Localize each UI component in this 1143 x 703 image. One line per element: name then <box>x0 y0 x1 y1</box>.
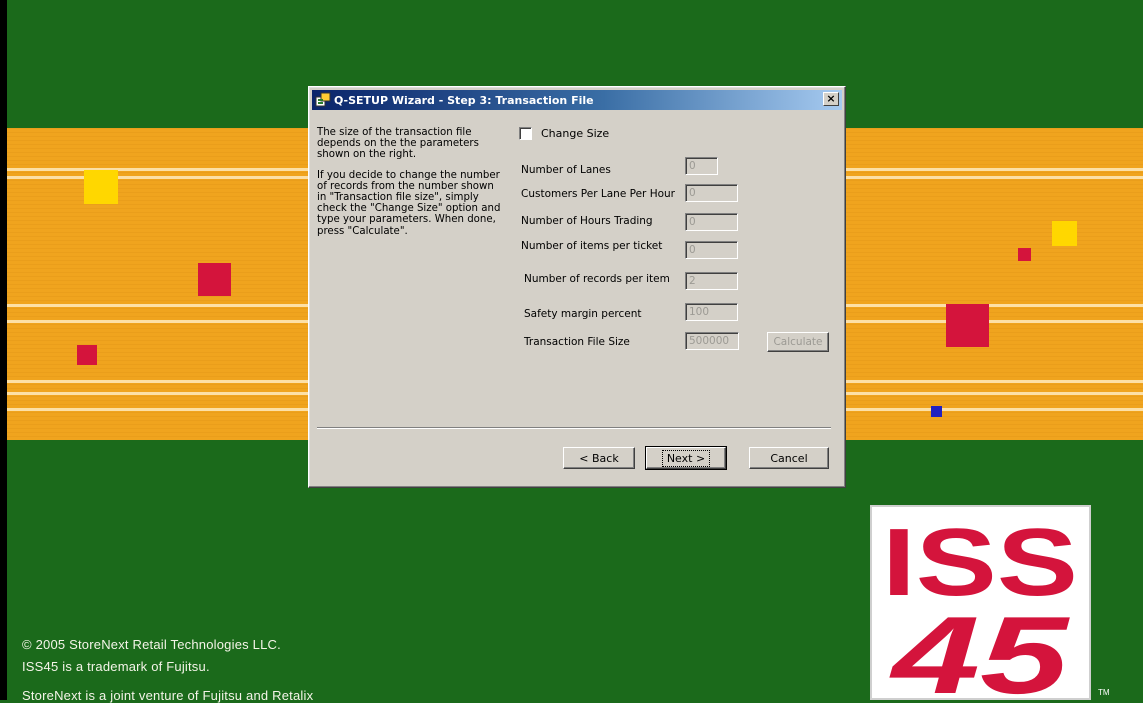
blue-square <box>931 406 942 417</box>
description-text: The size of the transaction file depends… <box>317 127 503 246</box>
lanes-field[interactable]: 0 <box>685 157 718 175</box>
cancel-button[interactable]: Cancel <box>749 447 829 469</box>
title-bar[interactable]: Q-SETUP Wizard - Step 3: Transaction Fil… <box>312 90 842 110</box>
items-label: Number of items per ticket <box>521 240 663 252</box>
change-size-checkbox[interactable] <box>519 127 532 140</box>
yellow-square <box>1052 221 1077 246</box>
change-size-option[interactable]: Change Size <box>519 127 609 140</box>
items-field[interactable]: 0 <box>685 241 738 259</box>
records-field[interactable]: 2 <box>685 272 738 290</box>
separator <box>317 427 831 429</box>
safety-margin-field[interactable]: 100 <box>685 303 738 321</box>
hours-field[interactable]: 0 <box>685 213 738 231</box>
customers-label: Customers Per Lane Per Hour <box>521 188 675 200</box>
hours-label: Number of Hours Trading <box>521 215 653 227</box>
red-square <box>198 263 231 296</box>
next-button[interactable]: Next > <box>645 446 727 470</box>
next-button-label: Next > <box>661 449 711 467</box>
trademark-symbol: TM <box>1098 688 1110 697</box>
description-paragraph: If you decide to change the number of re… <box>317 169 501 237</box>
close-button[interactable]: × <box>823 92 839 106</box>
cancel-button-label: Cancel <box>770 451 808 465</box>
left-edge <box>0 0 7 700</box>
red-square <box>946 304 989 347</box>
trademark-text: ISS45 is a trademark of Fujitsu. <box>22 659 210 674</box>
logo-line2: 45 <box>889 594 1070 698</box>
iss45-logo: ISS 45 <box>870 505 1091 700</box>
back-button[interactable]: < Back <box>563 447 635 469</box>
wizard-app-icon <box>315 92 331 108</box>
wizard-dialog: Q-SETUP Wizard - Step 3: Transaction Fil… <box>308 86 846 488</box>
joint-venture-text: StoreNext is a joint venture of Fujitsu … <box>22 688 314 703</box>
file-size-field[interactable]: 500000 <box>685 332 739 350</box>
window-title: Q-SETUP Wizard - Step 3: Transaction Fil… <box>334 93 594 107</box>
calculate-button[interactable]: Calculate <box>767 332 829 352</box>
back-button-label: < Back <box>579 451 619 465</box>
change-size-label: Change Size <box>541 127 610 140</box>
records-label: Number of records per item <box>524 273 670 285</box>
lanes-label: Number of Lanes <box>521 164 611 176</box>
yellow-square <box>84 170 118 204</box>
description-paragraph: The size of the transaction file depends… <box>317 127 479 161</box>
safety-margin-label: Safety margin percent <box>524 308 642 320</box>
file-size-label: Transaction File Size <box>524 336 630 348</box>
copyright-text: © 2005 StoreNext Retail Technologies LLC… <box>22 637 281 652</box>
red-square <box>1018 248 1031 261</box>
customers-field[interactable]: 0 <box>685 184 738 202</box>
red-square <box>77 345 97 365</box>
